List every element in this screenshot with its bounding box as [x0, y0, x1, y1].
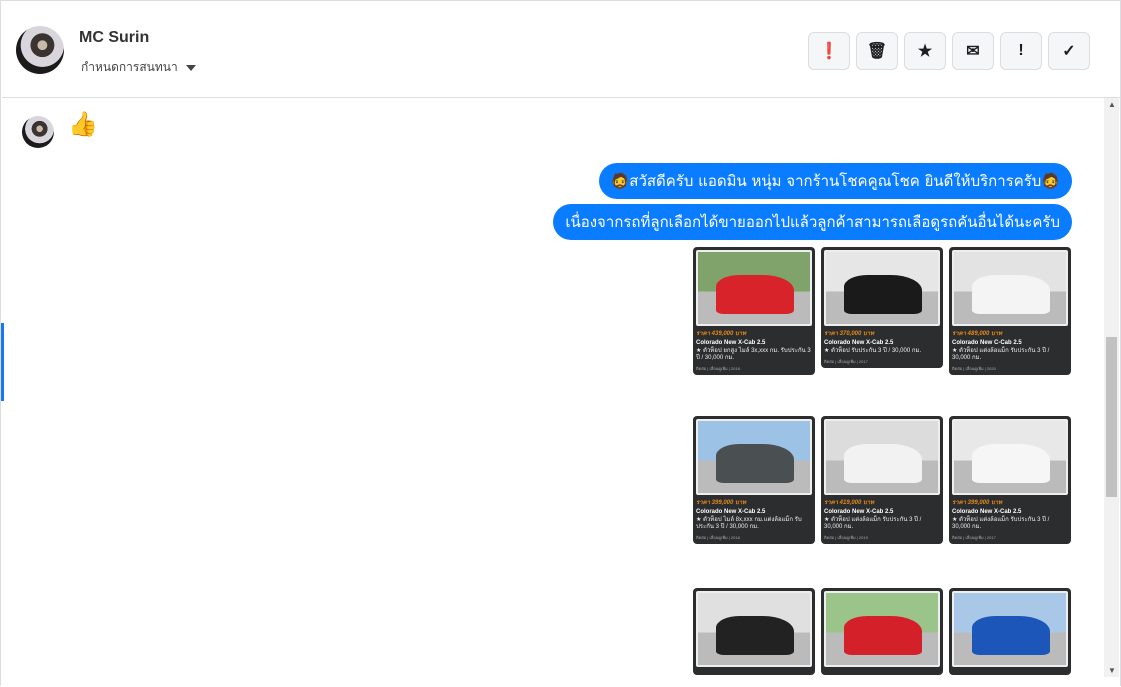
- scrollbar[interactable]: ▲ ▼: [1104, 98, 1119, 677]
- car-listing-card[interactable]: [821, 588, 943, 675]
- contact-avatar[interactable]: [16, 26, 64, 74]
- exclamation-button[interactable]: !: [1000, 32, 1042, 70]
- car-listing-card[interactable]: [949, 588, 1071, 675]
- card-feature: ★ ตัวท็อป รับประกัน 3 ปี / 30,000 กม.: [824, 348, 922, 354]
- card-meta: ติดต่อ | เลื่อนดูเพิ่ม | 2019: [824, 535, 868, 540]
- mail-icon: ✉: [966, 43, 980, 60]
- card-title: Colorado New C-Cab 2.5: [952, 340, 1022, 346]
- card-price: ราคา 370,000 บาท: [824, 331, 875, 337]
- contact-name[interactable]: MC Surin: [79, 29, 149, 47]
- chevron-down-icon: [185, 64, 196, 71]
- scroll-down-icon[interactable]: ▼: [1108, 666, 1116, 675]
- thumbs-up-icon: 👍: [68, 111, 98, 138]
- card-meta: ติดต่อ | เลื่อนดูเพิ่ม | 2018: [696, 366, 740, 371]
- contact-avatar-small: [22, 116, 54, 148]
- card-meta: ติดต่อ | เลื่อนดูเพิ่ม | 2017: [824, 359, 868, 364]
- card-feature: ★ ตัวท็อป แต่งล้อแม็ก รับประกัน 3 ปี / 3…: [952, 517, 1050, 530]
- card-title: Colorado New X-Cab 2.5: [696, 340, 766, 346]
- card-title: Colorado New X-Cab 2.5: [696, 509, 766, 515]
- card-price: ราคา 399,000 บาท: [952, 500, 1003, 506]
- mail-button[interactable]: ✉: [952, 32, 994, 70]
- card-feature: ★ ตัวท็อป ไมล์ 8x,xxx กม.แต่งล้อแม็ก รับ…: [696, 517, 802, 530]
- message-bubble: 🧔สวัสดีครับ แอดมิน หนุ่ม จากร้านโชคคูณโช…: [598, 163, 1072, 199]
- card-title: Colorado New X-Cab 2.5: [952, 509, 1022, 515]
- car-photo: [696, 591, 812, 667]
- card-meta: ติดต่อ | เลื่อนดูเพิ่ม | 2017: [952, 535, 996, 540]
- exclamation-icon: !: [1018, 42, 1024, 59]
- check-icon: ✓: [1062, 43, 1076, 60]
- card-price: ราคา 419,000 บาท: [824, 500, 875, 506]
- card-price: ราคา 439,000 บาท: [696, 331, 747, 337]
- car-listing-card[interactable]: ราคา 489,000 บาท Colorado New C-Cab 2.5 …: [949, 247, 1071, 375]
- car-listing-card[interactable]: ราคา 419,000 บาท Colorado New X-Cab 2.5 …: [821, 416, 943, 544]
- car-listing-card[interactable]: ราคา 399,000 บาท Colorado New X-Cab 2.5 …: [949, 416, 1071, 544]
- scrollbar-thumb[interactable]: [1106, 337, 1117, 497]
- star-button[interactable]: ★: [904, 32, 946, 70]
- trash-icon: 🗑: [866, 43, 888, 60]
- car-listing-card[interactable]: ราคา 439,000 บาท Colorado New X-Cab 2.5 …: [693, 247, 815, 375]
- star-icon: ★: [917, 43, 933, 60]
- car-photo: [824, 591, 940, 667]
- car-photo: [696, 250, 812, 326]
- car-photo: [952, 419, 1068, 495]
- alert-circle-button[interactable]: ❗: [808, 32, 850, 70]
- car-listing-card[interactable]: [693, 588, 815, 675]
- card-feature: ★ ตัวท็อป แต่งล้อแม็ก รับประกัน 3 ปี / 3…: [952, 348, 1050, 361]
- car-photo: [824, 250, 940, 326]
- scroll-up-icon[interactable]: ▲: [1108, 100, 1116, 109]
- conversation-header: MC Surin กำหนดการสนทนา ❗ 🗑 ★ ✉! ✓: [2, 2, 1120, 98]
- alert-circle-icon: ❗: [819, 43, 839, 60]
- card-feature: ★ ตัวท็อป แต่งล้อแม็ก รับประกัน 3 ปี / 3…: [824, 517, 922, 530]
- check-button[interactable]: ✓: [1048, 32, 1090, 70]
- card-feature: ★ ตัวท็อป ยกสูง ไมล์ 3x,xxx กม. รับประกั…: [696, 348, 811, 361]
- car-listing-card[interactable]: ราคา 399,000 บาท Colorado New X-Cab 2.5 …: [693, 416, 815, 544]
- card-meta: ติดต่อ | เลื่อนดูเพิ่ม | 2020: [952, 366, 996, 371]
- car-listing-card[interactable]: ราคา 370,000 บาท Colorado New X-Cab 2.5 …: [821, 247, 943, 368]
- conversation-panel: MC Surin กำหนดการสนทนา ❗ 🗑 ★ ✉! ✓ 👍 🧔สวัสดีค…: [0, 0, 1121, 686]
- card-title: Colorado New X-Cab 2.5: [824, 509, 894, 515]
- message-list: 👍 🧔สวัสดีครับ แอดมิน หนุ่ม จากร้านโชคคูณ…: [2, 98, 1104, 687]
- trash-button[interactable]: 🗑: [856, 32, 898, 70]
- car-photo: [952, 591, 1068, 667]
- card-meta: ติดต่อ | เลื่อนดูเพิ่ม | 2018: [696, 535, 740, 540]
- active-indicator: [1, 323, 4, 401]
- car-photo: [952, 250, 1068, 326]
- car-photo: [696, 419, 812, 495]
- dropdown-label: กำหนดการสนทนา: [81, 60, 178, 74]
- card-price: ราคา 399,000 บาท: [696, 500, 747, 506]
- action-toolbar: ❗ 🗑 ★ ✉! ✓: [808, 32, 1090, 70]
- message-bubble: เนื่องจากรถที่ลูกเลือกได้ขายออกไปแล้วลูก…: [553, 204, 1072, 240]
- card-price: ราคา 489,000 บาท: [952, 331, 1003, 337]
- card-title: Colorado New X-Cab 2.5: [824, 340, 894, 346]
- car-photo: [824, 419, 940, 495]
- conversation-settings-dropdown[interactable]: กำหนดการสนทนา: [81, 58, 196, 77]
